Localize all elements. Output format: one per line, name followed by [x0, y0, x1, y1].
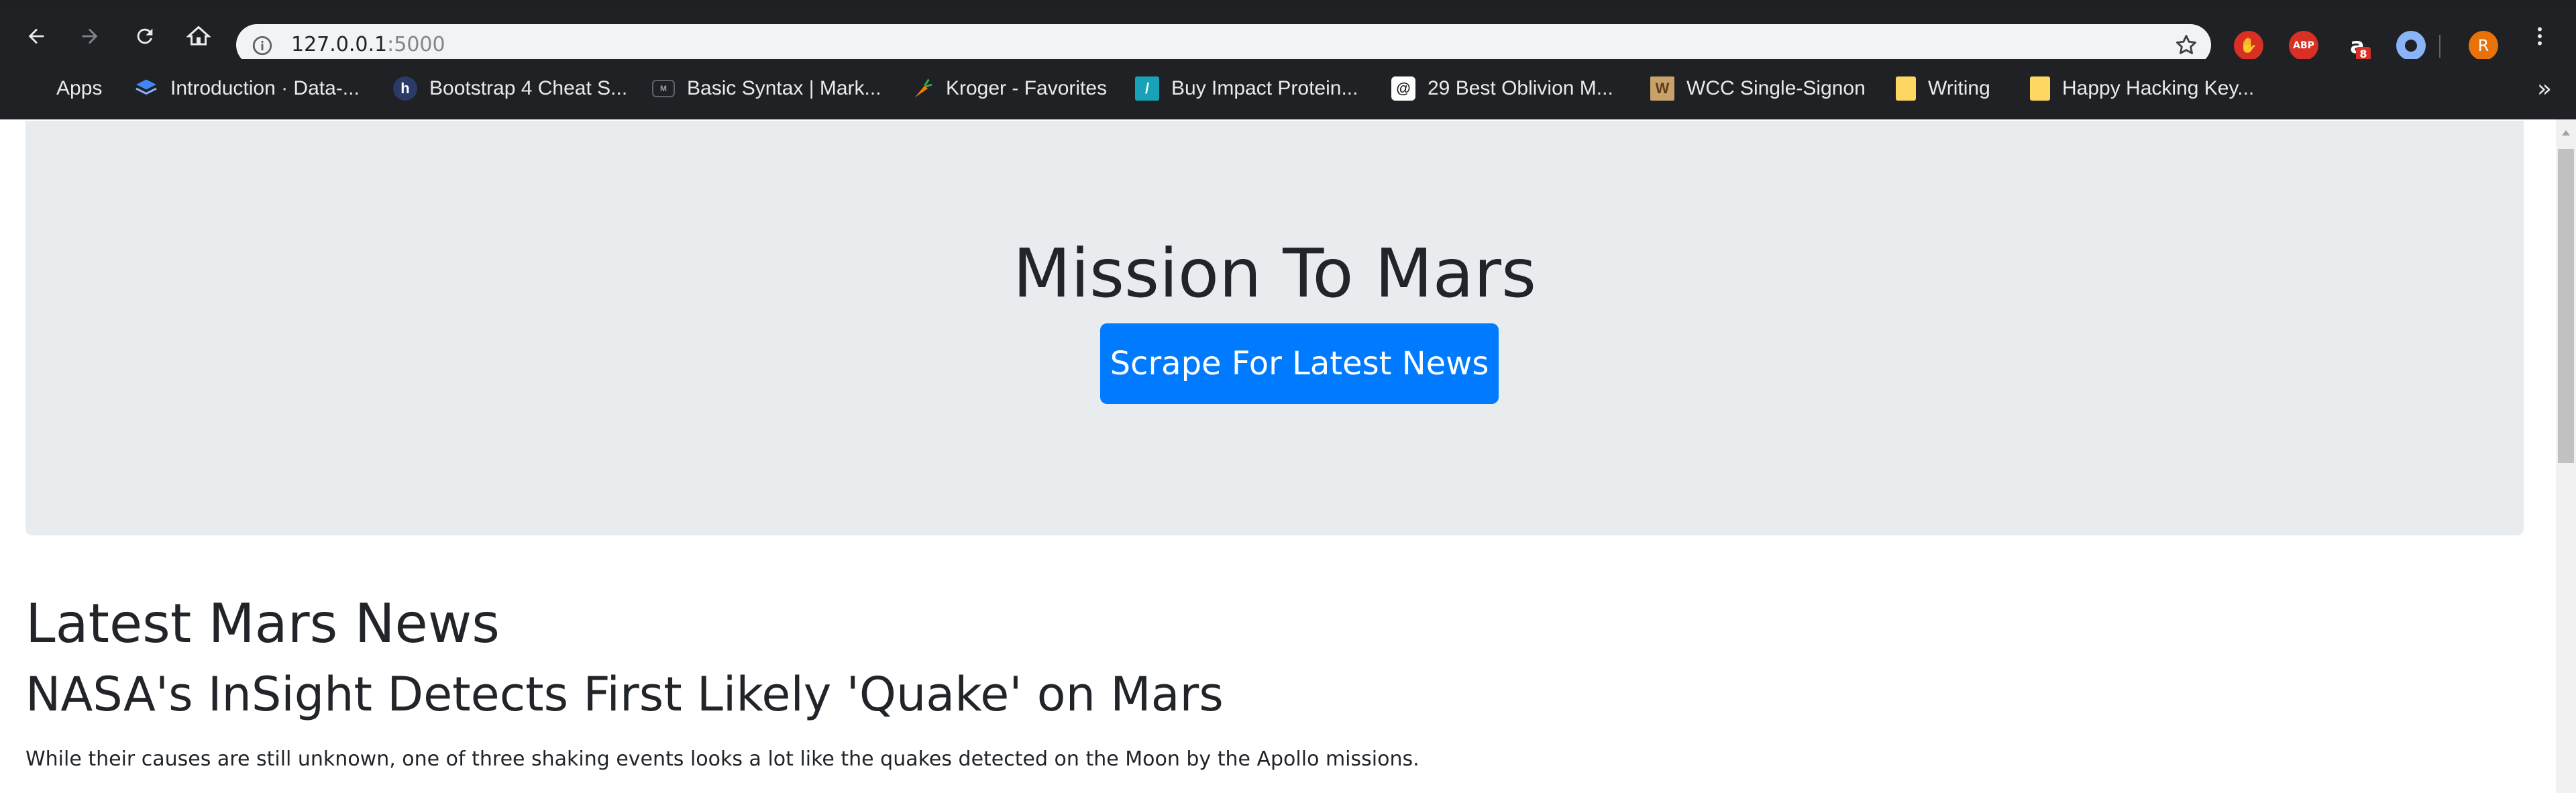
- kebab-menu-icon: [2538, 27, 2542, 46]
- slash-tile-icon: /: [1135, 76, 1159, 101]
- carrot-icon: [910, 76, 934, 101]
- bookmark-label: Buy Impact Protein...: [1171, 77, 1358, 99]
- bookmark-impact-protein[interactable]: / Buy Impact Protein...: [1135, 74, 1358, 103]
- window-top-strip: [0, 0, 2576, 11]
- back-button[interactable]: [23, 23, 50, 50]
- abp-icon[interactable]: ABP: [2289, 31, 2318, 60]
- markdown-icon: M: [652, 80, 675, 97]
- bookmark-label: 29 Best Oblivion M...: [1428, 77, 1613, 99]
- url-text[interactable]: 127.0.0.1:5000: [291, 32, 445, 58]
- profile-initial: R: [2477, 36, 2489, 55]
- bookmark-kroger[interactable]: Kroger - Favorites: [910, 74, 1107, 103]
- news-title: NASA's InSight Detects First Likely 'Qua…: [25, 667, 1224, 722]
- arrow-left-icon: [28, 28, 44, 44]
- bookmark-apps[interactable]: Apps: [24, 74, 102, 103]
- bookmark-writing[interactable]: Writing: [1896, 74, 1990, 103]
- apps-grid-icon: [24, 78, 44, 99]
- bookmark-oblivion[interactable]: @ 29 Best Oblivion M...: [1391, 74, 1613, 103]
- scroll-up-arrow-icon[interactable]: [2562, 130, 2570, 136]
- bookmark-label: Bootstrap 4 Cheat S...: [429, 77, 628, 99]
- bookmark-happy-hacking[interactable]: Happy Hacking Key...: [2030, 74, 2254, 103]
- bookmark-label: Introduction · Data-...: [170, 77, 360, 99]
- info-icon[interactable]: [251, 34, 274, 57]
- bookmark-label: Kroger - Favorites: [946, 77, 1108, 99]
- abp-label: ABP: [2293, 40, 2314, 51]
- bookmark-label: Basic Syntax | Mark...: [687, 77, 881, 99]
- bookmark-introduction[interactable]: Introduction · Data-...: [134, 74, 360, 103]
- folder-icon: [2030, 76, 2050, 101]
- vpn-ring-icon[interactable]: [2396, 31, 2426, 60]
- bookmarks-overflow-chevron-icon[interactable]: »: [2537, 75, 2552, 103]
- scrape-button[interactable]: Scrape For Latest News: [1100, 323, 1499, 404]
- bookmark-label: WCC Single-Signon: [1686, 77, 1866, 99]
- swirl-icon: @: [1391, 76, 1415, 101]
- bookmark-label: Apps: [56, 77, 103, 99]
- arrow-right-icon: [82, 28, 98, 44]
- bookmark-label: Happy Hacking Key...: [2062, 77, 2255, 99]
- amazon-assistant-icon[interactable]: a 8: [2343, 31, 2372, 62]
- bookmarks-bar: Apps Introduction · Data-... h Bootstrap…: [0, 59, 2576, 119]
- profile-avatar[interactable]: R: [2469, 31, 2498, 60]
- page-viewport: Mission To Mars Scrape For Latest News L…: [0, 119, 2556, 793]
- wcc-logo-icon: W: [1650, 76, 1674, 101]
- home-icon: [186, 25, 211, 46]
- url-host: 127.0.0.1: [291, 33, 388, 56]
- bookmark-wcc[interactable]: W WCC Single-Signon: [1650, 74, 1866, 103]
- reload-button[interactable]: [131, 23, 158, 50]
- news-section-heading: Latest Mars News: [25, 592, 500, 655]
- h-badge-icon: h: [393, 76, 417, 101]
- toolbar-divider: [2439, 35, 2440, 58]
- bookmark-bootstrap[interactable]: h Bootstrap 4 Cheat S...: [393, 74, 627, 103]
- bookmark-markdown[interactable]: M Basic Syntax | Mark...: [652, 74, 881, 103]
- bookmark-star-icon[interactable]: [2174, 32, 2199, 58]
- forward-button[interactable]: [76, 23, 103, 50]
- jumbotron: Mission To Mars Scrape For Latest News: [25, 121, 2524, 535]
- folder-icon: [1896, 76, 1916, 101]
- menu-button[interactable]: [2526, 23, 2553, 50]
- vertical-scrollbar[interactable]: [2556, 119, 2576, 793]
- bookmark-label: Writing: [1928, 77, 1990, 99]
- home-button[interactable]: [185, 23, 212, 50]
- ring-hole: [2405, 40, 2417, 52]
- browser-toolbar: 127.0.0.1:5000 ✋ ABP a 8 R: [0, 11, 2576, 66]
- reload-icon: [137, 28, 153, 44]
- adblock-hand-icon[interactable]: ✋: [2234, 31, 2263, 60]
- url-port: :5000: [387, 33, 445, 56]
- scrollbar-thumb[interactable]: [2558, 149, 2574, 463]
- news-paragraph: While their causes are still unknown, on…: [25, 747, 1419, 771]
- layers-icon: [134, 76, 158, 101]
- page-title: Mission To Mars: [1012, 234, 1537, 313]
